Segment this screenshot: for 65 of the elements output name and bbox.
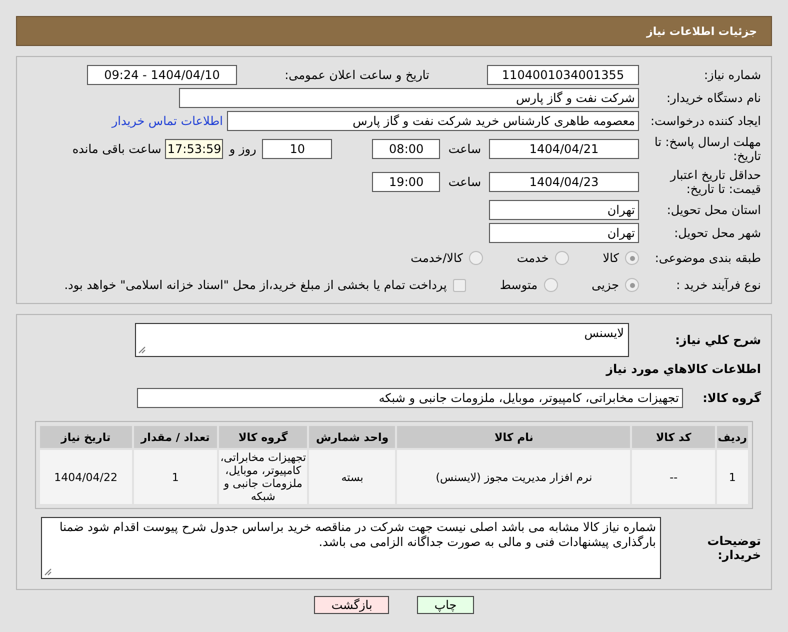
column-header: تاریخ نیاز xyxy=(40,426,132,448)
remaining-time-field: 17:53:59 xyxy=(165,139,224,159)
radio-button[interactable] xyxy=(468,251,483,265)
table-cell: 1 xyxy=(134,450,218,504)
deadline-time-field: 08:00 xyxy=(372,139,440,159)
radio-label: جزیی xyxy=(592,278,619,292)
field-label: شماره نیاز: xyxy=(703,68,762,82)
section-title: اطلاعات کالاهاي مورد نياز xyxy=(606,362,762,376)
contact-link[interactable]: اطلاعات تماس خریدار xyxy=(112,114,223,128)
column-header: واحد شمارش xyxy=(309,426,396,448)
table-cell: نرم افزار مدیریت مجوز (لایسنس) xyxy=(397,450,630,504)
need-number-field: 1104001034001355 xyxy=(487,65,639,85)
checkbox[interactable] xyxy=(452,278,466,292)
days-field: 10 xyxy=(262,139,332,159)
field-label: نام دستگاه خریدار: xyxy=(666,91,762,105)
radio-label: کالا xyxy=(602,251,619,265)
goods-group-field: تجهیزات مخابراتی، کامپیوتر، موبایل، ملزومات جانبی و شبکه xyxy=(137,388,683,408)
announce-date-field: 1404/04/10 - 09:24 xyxy=(87,65,237,85)
resize-grip-icon[interactable] xyxy=(44,568,52,576)
column-header: ردیف xyxy=(716,426,748,448)
table-cell: تجهیزات مخابراتی، کامپیوتر، موبایل، ملزومات جانبی و شبکه xyxy=(219,450,308,504)
validity-time-field: 19:00 xyxy=(372,172,440,192)
deadline-date-field: 1404/04/21 xyxy=(489,139,639,159)
buyer-org-field: شرکت نفت و گاز پارس xyxy=(179,88,639,108)
description-field[interactable]: لایسنس xyxy=(135,323,629,357)
column-header: تعداد / مقدار xyxy=(134,426,218,448)
column-header: گروه کالا xyxy=(219,426,308,448)
city-field: تهران xyxy=(489,223,639,243)
field-label: مهلت ارسال پاسخ: تا تاریخ: xyxy=(653,135,762,163)
days-label: روز و xyxy=(229,142,256,156)
field-label: استان محل تحویل: xyxy=(666,203,762,217)
field-label: نوع فرآیند خرید : xyxy=(675,278,762,292)
radio-button[interactable] xyxy=(554,251,569,265)
radio-label: متوسط xyxy=(500,278,538,292)
field-label: توضیحات خریدار: xyxy=(706,534,762,562)
time-label: ساعت xyxy=(448,142,481,156)
field-label: تاریخ و ساعت اعلان عمومی: xyxy=(284,68,430,82)
time-label: ساعت xyxy=(448,175,481,189)
radio-button[interactable] xyxy=(544,278,558,292)
resize-grip-icon[interactable] xyxy=(138,346,146,354)
table-cell: بسته xyxy=(309,450,396,504)
checkbox-label: پرداخت تمام یا بخشی از مبلغ خرید،از محل "اسناد خزانه اسلامی" خواهد بود. xyxy=(64,278,447,292)
print-button[interactable]: چاپ xyxy=(417,596,474,614)
validity-date-field: 1404/04/23 xyxy=(489,172,639,192)
field-label: گروه کالا: xyxy=(702,391,762,405)
requester-field: معصومه طاهری کارشناس خرید شرکت نفت و گاز پارس xyxy=(227,111,639,131)
field-label: حداقل تاریخ اعتبار قیمت: تا تاریخ: xyxy=(668,168,762,196)
radio-button[interactable] xyxy=(625,278,639,292)
remaining-label: ساعت باقی مانده xyxy=(72,142,162,156)
table-cell: 1404/04/22 xyxy=(40,450,132,504)
table-cell: -- xyxy=(632,450,715,504)
buyer-notes-field[interactable]: شماره نیاز کالا مشابه می باشد اصلی نیست جهت شرکت در مناقصه خرید براساس جدول شرح پیوست اقدام شود ضمنا بارگذاری پیشنهادات فنی و مالی به صورت جداگانه الزامی می باشد. xyxy=(41,517,661,579)
column-header: کد کالا xyxy=(632,426,715,448)
radio-button[interactable] xyxy=(625,251,639,265)
radio-label: کالا/خدمت xyxy=(410,251,463,265)
page-title: جزئیات اطلاعات نیاز xyxy=(646,24,757,38)
field-label: طبقه بندی موضوعی: xyxy=(654,251,762,265)
radio-label: خدمت xyxy=(516,251,549,265)
province-field: تهران xyxy=(489,200,639,220)
column-header: نام کالا xyxy=(397,426,630,448)
table-cell: 1 xyxy=(716,450,748,504)
field-label: شهر محل تحویل: xyxy=(673,226,762,240)
field-label: ایجاد کننده درخواست: xyxy=(649,114,762,128)
field-label: شرح کلي نياز: xyxy=(674,333,762,347)
back-button[interactable]: بازگشت xyxy=(314,596,390,614)
